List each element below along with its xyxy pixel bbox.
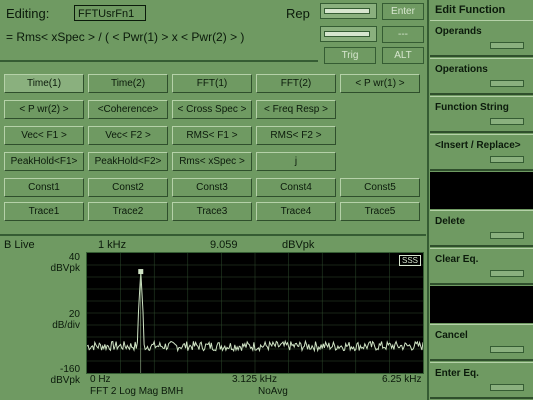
x-start-label: 0 Hz [90, 374, 111, 385]
function-key[interactable]: FFT(1) [172, 74, 252, 93]
function-key[interactable]: j [256, 152, 336, 171]
function-key[interactable]: Vec< F1 > [4, 126, 84, 145]
function-key[interactable]: Time(2) [88, 74, 168, 93]
input-level-meter-2 [320, 26, 377, 42]
softkey-indicator [490, 118, 524, 125]
softkey-operations[interactable]: Operations [430, 58, 533, 95]
function-key[interactable]: RMS< F2 > [256, 126, 336, 145]
function-key[interactable]: Trace5 [340, 202, 420, 221]
peak-marker [138, 269, 144, 275]
function-key[interactable]: Const2 [88, 178, 168, 197]
softkey-insert-replace[interactable]: <Insert / Replace> [430, 134, 533, 171]
trig-key[interactable]: Trig [324, 47, 376, 64]
softkey-cancel[interactable]: Cancel [430, 324, 533, 361]
softkey-function-string[interactable]: Function String [430, 96, 533, 133]
spectrum-plot[interactable]: SSS [86, 252, 424, 374]
softkey-menu-title: Edit Function [435, 4, 506, 16]
function-key[interactable]: RMS< F1 > [172, 126, 252, 145]
function-editor-panel: Editing: FFTUsrFn1 Rep = Rms< xSpec > / … [0, 0, 318, 62]
softkey-indicator [490, 384, 524, 391]
function-key[interactable]: Const1 [4, 178, 84, 197]
softkey-label: Clear Eq. [435, 254, 479, 265]
x-mid-label: 3.125 kHz [232, 374, 278, 385]
softkey-indicator [490, 80, 524, 87]
softkey-label: Delete [435, 216, 466, 227]
softkey-indicator [490, 270, 524, 277]
function-key[interactable]: Const3 [172, 178, 252, 197]
plot-footer-mode: FFT 2 Log Mag BMH [90, 386, 184, 397]
function-key[interactable]: PeakHold<F2> [88, 152, 168, 171]
function-key[interactable]: Vec< F2 > [88, 126, 168, 145]
meter-bar-2 [324, 31, 370, 37]
plot-header: B Live 1 kHz 9.059 dBVpk [0, 234, 426, 252]
softkey-label: Operands [435, 26, 482, 37]
spectrum-svg [86, 253, 424, 373]
softkey-blank [430, 172, 533, 209]
y-scale-unit: dB/div [52, 320, 80, 331]
expression-text[interactable]: = Rms< xSpec > / ( < Pwr(1) > x < Pwr(2)… [6, 30, 244, 44]
function-key[interactable]: < Cross Spec > [172, 100, 252, 119]
softkey-clear-eq[interactable]: Clear Eq. [430, 248, 533, 285]
y-top-unit: dBVpk [50, 263, 80, 274]
plot-footer-avg: NoAvg [258, 386, 288, 397]
softkey-indicator [490, 232, 524, 239]
function-key-blank [340, 152, 420, 171]
y-scale-value: 20 [68, 309, 80, 320]
softkey-delete[interactable]: Delete [430, 210, 533, 247]
softkey-label: Enter Eq. [435, 368, 479, 379]
softkey-blank [430, 286, 533, 323]
function-key[interactable]: Trace3 [172, 202, 252, 221]
softkey-indicator [490, 42, 524, 49]
live-label: B Live [4, 239, 35, 251]
softkey-label: <Insert / Replace> [435, 140, 521, 151]
softkey-enter-eq[interactable]: Enter Eq. [430, 362, 533, 399]
softkey-indicator [490, 156, 524, 163]
function-key[interactable]: Trace2 [88, 202, 168, 221]
softkey-menu: Edit Function Operands Operations Function… [427, 0, 533, 400]
softkey-label: Operations [435, 64, 488, 75]
x-end-label: 6.25 kHz [382, 374, 422, 385]
y-top-value: 40 [68, 252, 80, 263]
function-key[interactable]: < P wr(2) > [4, 100, 84, 119]
softkey-operands[interactable]: Operands [430, 20, 533, 57]
function-key[interactable]: < Freq Resp > [256, 100, 336, 119]
function-key[interactable]: FFT(2) [256, 74, 336, 93]
y-bottom-value: -160 [59, 364, 80, 375]
function-key-blank [340, 126, 420, 145]
meter-bar-1 [324, 8, 370, 14]
function-key[interactable]: Trace1 [4, 202, 84, 221]
function-name-field[interactable]: FFTUsrFn1 [74, 5, 146, 21]
y-bottom-unit: dBVpk [50, 375, 80, 386]
dashes-key[interactable]: --- [382, 26, 424, 43]
editing-label: Editing: [6, 6, 50, 21]
function-key[interactable]: Const5 [340, 178, 420, 197]
softkey-indicator [490, 346, 524, 353]
function-key[interactable]: PeakHold<F1> [4, 152, 84, 171]
marker-value: 9.059 [210, 239, 238, 251]
function-key[interactable]: <Coherence> [88, 100, 168, 119]
function-key[interactable]: < P wr(1) > [340, 74, 420, 93]
function-key[interactable]: Trace4 [256, 202, 336, 221]
function-key[interactable]: Const4 [256, 178, 336, 197]
alt-key[interactable]: ALT [382, 47, 424, 64]
marker-frequency: 1 kHz [98, 239, 127, 251]
marker-unit: dBVpk [282, 239, 315, 251]
softkey-label: Cancel [435, 330, 468, 341]
status-badge: SSS [398, 255, 421, 266]
replace-mode-label: Rep [286, 6, 310, 21]
input-level-meter-1 [320, 3, 377, 19]
softkey-label: Function String [435, 102, 509, 113]
function-key-blank [340, 100, 420, 119]
analyzer-screen: { "editor": { "editing_label": "Editing:… [0, 0, 533, 400]
enter-key[interactable]: Enter [382, 3, 424, 20]
function-key[interactable]: Time(1) [4, 74, 84, 93]
operand-key-grid: Time(1) Time(2) FFT(1) FFT(2) < P wr(1) > < P… [4, 72, 422, 222]
function-key[interactable]: Rms< xSpec > [172, 152, 252, 171]
